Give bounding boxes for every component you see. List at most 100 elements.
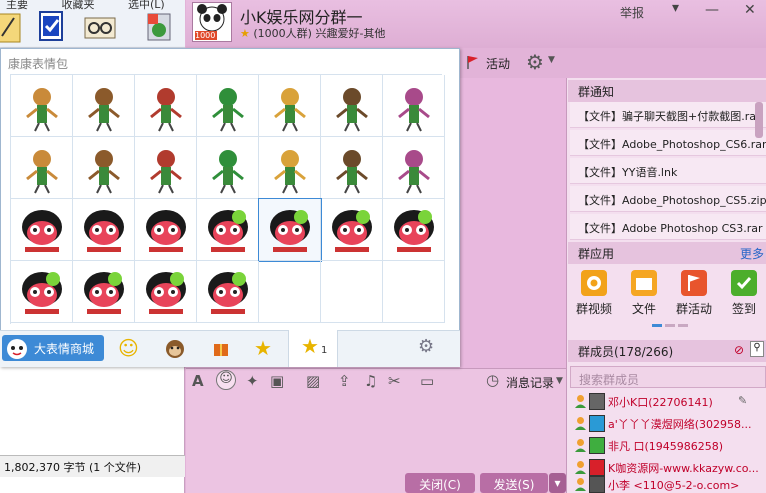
flag-icon (681, 270, 707, 296)
member-item[interactable]: 小李 <110@5-2-o.com> (570, 474, 766, 493)
notice-file-item[interactable]: 【文件】YY语音.lnk (570, 158, 766, 184)
emoticon-cell[interactable] (135, 137, 197, 199)
app-checkin[interactable]: 签到 (720, 270, 766, 322)
image-icon[interactable]: ▨ (306, 372, 320, 390)
smiley-icon[interactable]: ☺ (216, 370, 236, 390)
chat-bubble-icon[interactable]: ▭ (420, 372, 434, 390)
emoticon-cell[interactable] (383, 137, 445, 199)
chevron-down-icon[interactable]: ▼ (548, 55, 555, 65)
monkey-sticker-icon (208, 210, 248, 252)
emoticon-cell[interactable] (321, 75, 383, 137)
emoticon-cell[interactable] (11, 261, 73, 323)
notice-title: 群通知 (578, 85, 615, 99)
close-window-button[interactable]: ✕ (744, 2, 756, 18)
member-name: 非凡 口(1945986258) (608, 440, 724, 453)
member-item[interactable]: 邓小K口(22706141) ✎ (570, 391, 766, 413)
member-search-input[interactable]: 搜索群成员 (570, 366, 766, 388)
emoticon-cell[interactable] (258, 198, 322, 262)
emoticon-cell[interactable] (197, 137, 259, 199)
emoticon-cell[interactable] (383, 199, 445, 261)
search-icon[interactable]: ⚲ (750, 341, 764, 357)
emoticon-cell[interactable] (73, 137, 135, 199)
input-toolbar: A ☺ ✦ ▣ ▨ ⇪ ♫ ✂ ▭ ◷ 消息记录 ▼ (190, 370, 570, 394)
chat-toolbar: 活动 ⚙ ▼ (460, 48, 766, 78)
history-button[interactable]: 消息记录 (506, 374, 554, 391)
emoticon-cell[interactable] (321, 137, 383, 199)
monkey-sticker-icon (212, 88, 244, 132)
admin-icon (575, 461, 586, 474)
emoticon-cell[interactable] (321, 199, 383, 261)
app-video[interactable]: 群视频 (570, 270, 618, 322)
emoticon-mall-button[interactable]: 大表情商城 (2, 335, 104, 361)
notice-file-item[interactable]: 【文件】Adobe_Photoshop_CS6.rar (570, 130, 766, 156)
emoticon-cell[interactable] (135, 75, 197, 137)
pager-dot[interactable] (678, 324, 688, 327)
tab-gift-emoji[interactable] (208, 336, 234, 362)
minimize-button[interactable]: — (705, 2, 719, 18)
notice-file-item[interactable]: 【文件】Adobe Photoshop CS3.rar (570, 214, 766, 240)
emoticon-cell[interactable] (383, 261, 445, 323)
gift-icon[interactable]: ▣ (270, 372, 284, 390)
notice-file-item[interactable]: 【文件】Adobe_Photoshop_CS5.zip (570, 186, 766, 212)
emoticon-cell[interactable] (11, 75, 73, 137)
gear-icon[interactable]: ⚙ (418, 336, 444, 362)
document-icon[interactable] (0, 8, 30, 44)
app-files[interactable]: 文件 (620, 270, 668, 322)
emoticon-cell[interactable] (259, 75, 321, 137)
emoticon-cell[interactable] (197, 199, 259, 261)
book-icon[interactable] (82, 8, 118, 44)
report-link[interactable]: 举报 (620, 4, 644, 21)
emoticon-cell[interactable] (73, 261, 135, 323)
apps-pager[interactable] (652, 324, 688, 327)
tab-monkey-emoji[interactable] (162, 336, 188, 362)
send-options-button[interactable]: ▾ (549, 473, 566, 493)
activity-tab[interactable]: 活动 (486, 55, 510, 72)
member-item[interactable]: a'丫丫丫漠煜网络(302958... (570, 413, 766, 435)
member-item[interactable]: 非凡 口(1945986258) (570, 435, 766, 457)
emoticon-cell[interactable] (11, 137, 73, 199)
app-activity[interactable]: 群活动 (670, 270, 718, 322)
star-icon: ★ (240, 27, 250, 40)
close-button[interactable]: 关闭(C) (405, 473, 475, 493)
music-icon[interactable]: ♫ (364, 372, 377, 390)
emoticon-cell[interactable] (11, 199, 73, 261)
pager-dot-active[interactable] (652, 324, 662, 327)
chevron-down-icon[interactable]: ▼ (556, 376, 563, 386)
emoticon-cell[interactable] (259, 137, 321, 199)
font-icon[interactable]: A (192, 372, 204, 390)
emoticon-cell[interactable] (321, 261, 383, 323)
edit-icon[interactable]: ✎ (738, 394, 747, 407)
skin-icon[interactable]: ▾ (672, 0, 679, 16)
clock-icon[interactable]: ◷ (486, 371, 499, 389)
gear-icon[interactable]: ⚙ (526, 50, 544, 74)
monkey-sticker-icon (88, 88, 120, 132)
tab-custom-selected[interactable]: ★ 1 (288, 330, 338, 367)
notice-header: 群通知 (568, 80, 766, 102)
notice-file-item[interactable]: 【文件】骗子聊天截图+付款截图.rar (570, 102, 766, 128)
emoticon-cell[interactable] (383, 75, 445, 137)
pager-dot[interactable] (665, 324, 675, 327)
emoticon-cell[interactable] (73, 199, 135, 261)
emoticon-cell[interactable] (197, 75, 259, 137)
block-icon[interactable]: ⊘ (734, 343, 744, 357)
emoticon-cell[interactable] (73, 75, 135, 137)
flag-icon[interactable] (465, 54, 481, 70)
emoticon-cell[interactable] (135, 199, 197, 261)
tab-default-emoji[interactable]: ☺ (118, 336, 144, 362)
emoticon-cell[interactable] (259, 261, 321, 323)
send-button[interactable]: 发送(S) (480, 473, 548, 493)
monkey-sticker-icon (394, 210, 434, 252)
notice-scrollbar[interactable] (755, 102, 763, 138)
recycle-icon[interactable] (140, 8, 176, 44)
tab-favorites-star[interactable]: ★ (254, 336, 280, 362)
checklist-icon[interactable] (34, 8, 70, 44)
apps-more-link[interactable]: 更多 (740, 245, 764, 262)
upload-icon[interactable]: ⇪ (338, 372, 351, 390)
group-avatar[interactable]: 1000 (192, 2, 232, 42)
monkey-sticker-icon (26, 150, 58, 194)
scissors-icon[interactable]: ✂ (388, 372, 401, 390)
emoticon-cell[interactable] (197, 261, 259, 323)
monkey-sticker-icon (208, 272, 248, 314)
shake-icon[interactable]: ✦ (246, 372, 259, 390)
emoticon-cell[interactable] (135, 261, 197, 323)
